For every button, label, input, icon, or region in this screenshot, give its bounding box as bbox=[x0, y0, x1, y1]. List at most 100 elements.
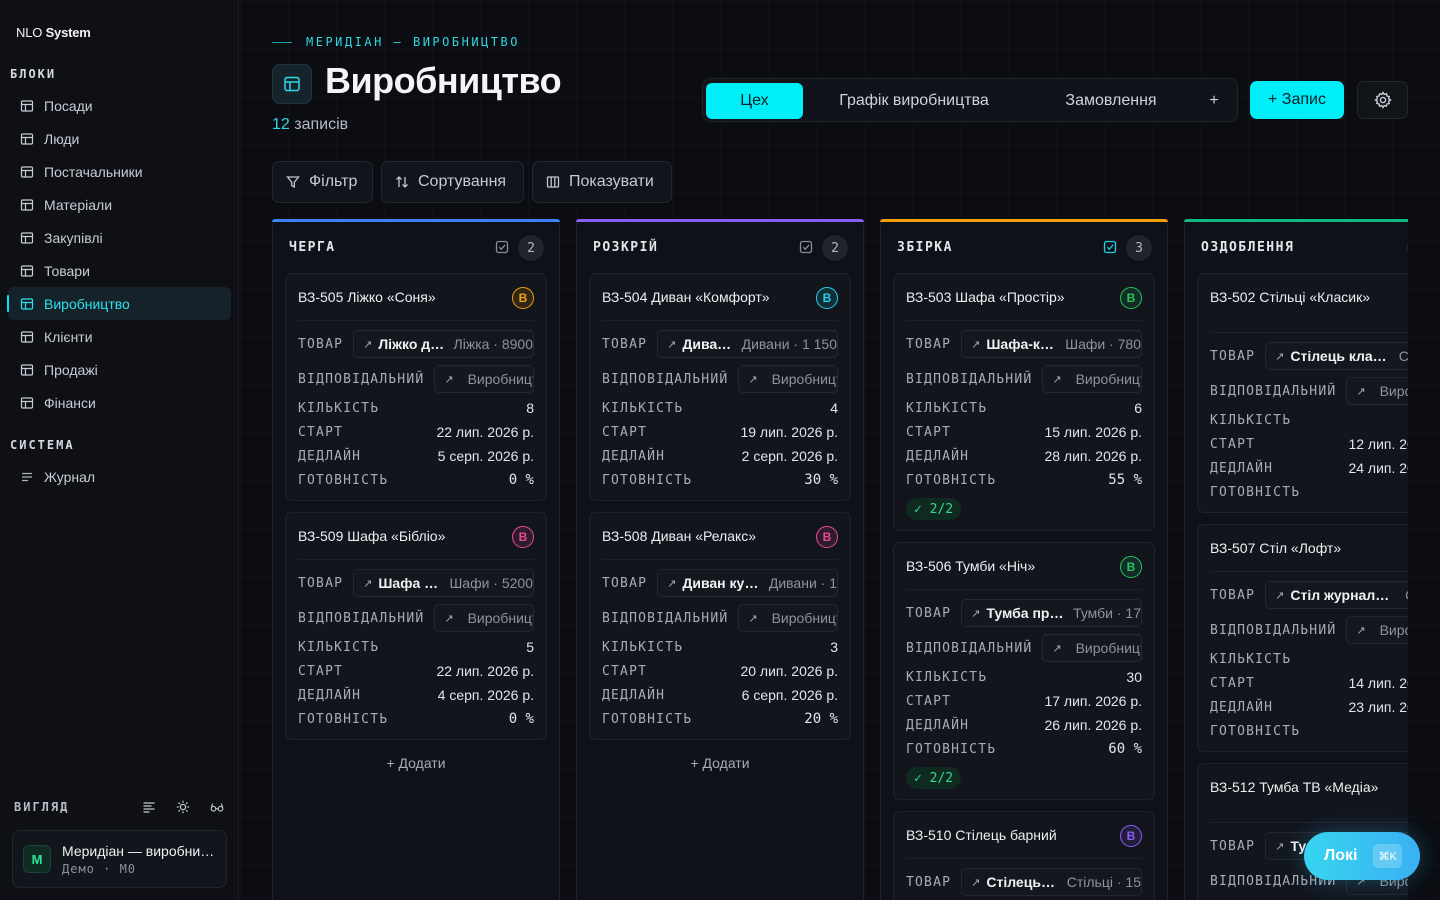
production-card[interactable]: ВЗ-506 Тумби «Ніч» B ТОВАР ↗ Тумба приліжков… bbox=[893, 542, 1155, 800]
tab-add-view[interactable]: + bbox=[1197, 83, 1231, 119]
product-meta: Стільці bbox=[1398, 348, 1408, 364]
owner-link[interactable]: ↗СвітланаВиробництво bbox=[1042, 634, 1142, 662]
sidebar-item-2[interactable]: Постачальники bbox=[8, 155, 231, 188]
density-icon[interactable] bbox=[142, 800, 156, 814]
production-card[interactable]: ВЗ-507 Стіл «Лофт» ТОВАР ↗ Стіл журнальний С… bbox=[1197, 524, 1408, 752]
field-label: ГОТОВНІСТЬ bbox=[602, 472, 693, 488]
sort-button[interactable]: Сортування bbox=[381, 161, 524, 203]
tab-workshop[interactable]: Цех bbox=[706, 83, 803, 119]
start-value: 12 лип. 2026 р. bbox=[1348, 436, 1408, 452]
card-title: ВЗ-502 Стільці «Класик» bbox=[1210, 289, 1370, 305]
field-product: ТОВАР ↗ Тумба приліжкова Тумби · 17 bbox=[906, 599, 1142, 627]
field-label: ТОВАР bbox=[298, 575, 344, 591]
field-owner: ВІДПОВІДАЛЬНИЙ ↗ОлегВиробництво bbox=[906, 365, 1142, 393]
field-label: ТОВАР bbox=[1210, 838, 1256, 854]
card-title: ВЗ-510 Стілець барний bbox=[906, 827, 1057, 843]
product-link[interactable]: ↗ Стілець класичний Стільці bbox=[1265, 342, 1408, 370]
product-link[interactable]: ↗ Стілець барний Стільці · 15 bbox=[961, 868, 1142, 896]
product-link[interactable]: ↗ Тумба приліжкова Тумби · 17 bbox=[961, 599, 1142, 627]
product-link[interactable]: ↗ Стіл журнальний Столи bbox=[1265, 581, 1408, 609]
production-card[interactable]: ВЗ-502 Стільці «Класик» ТОВАР ↗ Стілець кла… bbox=[1197, 273, 1408, 513]
glasses-icon[interactable] bbox=[210, 800, 224, 814]
sidebar-item-0[interactable]: Посади bbox=[8, 89, 231, 122]
workspace-switcher[interactable]: M Меридіан — виробництво Демо · М0 bbox=[12, 830, 227, 888]
tab-schedule[interactable]: Графік виробництва bbox=[821, 83, 1007, 119]
link-arrow-icon: ↗ bbox=[1052, 373, 1062, 386]
checklist-icon[interactable] bbox=[1103, 240, 1117, 254]
checklist-icon[interactable] bbox=[799, 240, 813, 254]
product-name: Диван кутовий bbox=[682, 575, 760, 591]
brand-logo[interactable]: NLO System bbox=[16, 25, 91, 40]
field-start: СТАРТ 14 лип. 2026 р. bbox=[1210, 671, 1408, 695]
product-link[interactable]: ↗ Диван кутовий Дивани · 1 bbox=[657, 569, 838, 597]
sidebar-item-journal[interactable]: Журнал bbox=[8, 460, 231, 493]
add-card-button[interactable]: + Додати bbox=[577, 755, 863, 771]
sidebar-item-4[interactable]: Закупівлі bbox=[8, 221, 231, 254]
field-deadline: ДЕДЛАЙН 26 лип. 2026 р. bbox=[906, 713, 1142, 737]
product-link[interactable]: ↗ Ліжко двоспальне Ліжка · 8900 bbox=[353, 330, 534, 358]
field-qty: КІЛЬКІСТЬ 4 bbox=[602, 396, 838, 420]
field-ready: ГОТОВНІСТЬ 0 % bbox=[298, 468, 534, 492]
field-start: СТАРТ 17 лип. 2026 р. bbox=[906, 689, 1142, 713]
owner-link[interactable]: ↗ІгорВиробництво bbox=[434, 365, 534, 393]
checklist-icon[interactable] bbox=[495, 240, 509, 254]
sidebar-item-9[interactable]: Фінанси bbox=[8, 386, 231, 419]
owner-link[interactable]: ↗СвітланаВиробництво bbox=[434, 604, 534, 632]
production-card[interactable]: ВЗ-509 Шафа «Бібліо» B ТОВАР ↗ Шафа книжкова… bbox=[285, 512, 547, 740]
tab-orders[interactable]: Замовлення bbox=[1043, 83, 1179, 119]
assistant-button[interactable]: Локі ⌘K bbox=[1304, 832, 1420, 880]
deadline-value: 24 лип. 2026 р. bbox=[1348, 460, 1408, 476]
sort-icon bbox=[396, 176, 408, 188]
field-qty: КІЛЬКІСТЬ 30 bbox=[906, 665, 1142, 689]
board-column: ЧЕРГА 2 ВЗ-505 Ліжко «Соня» B ТОВАР ↗ Ліжко дв… bbox=[272, 219, 560, 900]
sidebar-item-5[interactable]: Товари bbox=[8, 254, 231, 287]
column-title: РОЗКРІЙ bbox=[593, 240, 659, 255]
owner-link[interactable]: ↗ОлегВиробництво bbox=[738, 604, 838, 632]
sidebar-item-8[interactable]: Продажі bbox=[8, 353, 231, 386]
sidebar-item-1[interactable]: Люди bbox=[8, 122, 231, 155]
production-card[interactable]: ВЗ-503 Шафа «Простір» B ТОВАР ↗ Шафа-купе Шаф… bbox=[893, 273, 1155, 531]
field-label: СТАРТ bbox=[602, 663, 648, 679]
field-label: ГОТОВНІСТЬ bbox=[1210, 484, 1301, 500]
production-card[interactable]: ВЗ-510 Стілець барний B ТОВАР ↗ Стілець барн… bbox=[893, 811, 1155, 900]
owner-link[interactable]: ↗СвітланаВиробництво bbox=[1346, 377, 1408, 405]
table-icon bbox=[20, 330, 34, 343]
product-link[interactable]: ↗ Шафа-купе Шафи · 780 bbox=[961, 330, 1142, 358]
production-card[interactable]: ВЗ-505 Ліжко «Соня» B ТОВАР ↗ Ліжко двоспаль… bbox=[285, 273, 547, 501]
sidebar-item-7[interactable]: Клієнти bbox=[8, 320, 231, 353]
production-card[interactable]: ВЗ-504 Диван «Комфорт» B ТОВАР ↗ Диван кутов… bbox=[589, 273, 851, 501]
qty-value: 8 bbox=[526, 400, 534, 416]
workspace-name: Меридіан — виробництво bbox=[62, 842, 218, 859]
view-settings: ВИГЛЯД bbox=[14, 798, 224, 816]
field-label: ВІДПОВІДАЛЬНИЙ bbox=[906, 640, 1033, 656]
owner-link[interactable]: ↗ОлегВиробництво bbox=[1042, 365, 1142, 393]
filter-button[interactable]: Фільтр bbox=[272, 161, 373, 203]
field-label: ДЕДЛАЙН bbox=[602, 448, 666, 464]
sidebar-item-6[interactable]: Виробництво bbox=[7, 287, 231, 320]
card-divider bbox=[906, 320, 1142, 321]
show-fields-button[interactable]: Показувати bbox=[532, 161, 672, 203]
product-name: Тумба приліжкова bbox=[986, 605, 1065, 621]
owner-link[interactable]: ↗ТарасВиробництво bbox=[1346, 616, 1408, 644]
add-record-button[interactable]: + Запис bbox=[1250, 81, 1344, 119]
field-label: ДЕДЛАЙН bbox=[1210, 699, 1274, 715]
field-label: ТОВАР bbox=[1210, 587, 1256, 603]
card-title: ВЗ-505 Ліжко «Соня» bbox=[298, 289, 436, 305]
sidebar-item-label: Люди bbox=[44, 130, 80, 147]
table-icon bbox=[20, 231, 34, 244]
product-link[interactable]: ↗ Диван кутовий Дивани · 1 150 bbox=[657, 330, 838, 358]
sort-label: Сортування bbox=[418, 173, 507, 190]
settings-button[interactable] bbox=[1357, 81, 1408, 119]
sun-icon[interactable] bbox=[176, 800, 190, 814]
columns-icon bbox=[546, 176, 560, 188]
checklist-icon[interactable] bbox=[1407, 240, 1408, 254]
card-title: ВЗ-506 Тумби «Ніч» bbox=[906, 558, 1036, 574]
add-card-button[interactable]: + Додати bbox=[273, 755, 559, 771]
field-label: СТАРТ bbox=[1210, 436, 1256, 452]
product-link[interactable]: ↗ Шафа книжкова Шафи · 5200 bbox=[353, 569, 534, 597]
card-divider bbox=[1210, 822, 1408, 823]
production-card[interactable]: ВЗ-508 Диван «Релакс» B ТОВАР ↗ Диван кутови… bbox=[589, 512, 851, 740]
sidebar-item-3[interactable]: Матеріали bbox=[8, 188, 231, 221]
owner-link[interactable]: ↗ТарасВиробництво bbox=[738, 365, 838, 393]
column-count: 2 bbox=[822, 235, 848, 261]
